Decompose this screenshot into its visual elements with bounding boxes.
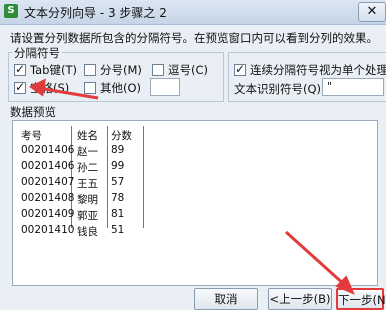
table-cell: 黎明: [77, 194, 98, 206]
table-cell: 81: [111, 208, 125, 220]
tab-label: Tab键(T): [30, 63, 77, 77]
space-label: 空格(S): [30, 81, 70, 95]
table-cell: 00201410: [21, 224, 75, 236]
back-button[interactable]: <上一步(B): [268, 288, 332, 310]
other-delimiter-input[interactable]: [150, 78, 180, 96]
table-cell: 00201407: [21, 176, 75, 188]
tab-checkbox[interactable]: [14, 62, 26, 76]
data-preview: 考号 姓名 分数 00201406 赵一 89 00201406 孙二 99 0…: [12, 120, 378, 286]
table-cell: 57: [111, 176, 125, 188]
comma-checkbox[interactable]: [152, 64, 164, 76]
instruction-text: 请设置分列数据所包含的分隔符号。在预览窗口内可以看到分列的效果。: [10, 31, 378, 45]
preview-title: 数据预览: [10, 105, 56, 119]
qualifier-select[interactable]: ": [322, 78, 384, 96]
consecutive-checkbox[interactable]: [234, 62, 246, 76]
column-divider: [107, 126, 108, 228]
table-cell: 00201406: [21, 160, 75, 172]
next-button[interactable]: 下一步(N): [336, 288, 386, 310]
table-cell: 孙二: [77, 162, 98, 174]
table-cell: 89: [111, 144, 125, 156]
table-cell: 钱良: [77, 226, 98, 238]
table-cell: 51: [111, 224, 125, 236]
table-cell: 王五: [77, 178, 98, 190]
table-cell: 00201408: [21, 192, 75, 204]
table-cell: 99: [111, 160, 125, 172]
app-icon: S: [4, 4, 18, 18]
window-title: 文本分列向导 - 3 步骤之 2: [24, 6, 167, 20]
cancel-button[interactable]: 取消: [194, 288, 258, 310]
semicolon-label: 分号(M): [100, 63, 142, 77]
column-divider: [143, 126, 144, 228]
consecutive-label: 连续分隔符号视为单个处理(R): [250, 63, 386, 77]
other-checkbox[interactable]: [84, 82, 96, 94]
table-cell: 00201406: [21, 144, 75, 156]
comma-label: 逗号(C): [168, 63, 209, 77]
semicolon-checkbox[interactable]: [84, 64, 96, 76]
header-cell: 分数: [111, 130, 132, 142]
header-cell: 姓名: [77, 130, 98, 142]
table-cell: 00201409: [21, 208, 75, 220]
table-cell: 78: [111, 192, 125, 204]
header-cell: 考号: [21, 130, 42, 142]
qualifier-label: 文本识别符号(Q):: [234, 82, 325, 96]
table-cell: 赵一: [77, 146, 98, 158]
other-label: 其他(O): [100, 81, 142, 95]
table-cell: 郭亚: [77, 210, 98, 222]
delimiter-group-title: 分隔符号: [12, 45, 62, 61]
space-checkbox[interactable]: [14, 80, 26, 94]
close-icon[interactable]: ✕: [358, 2, 386, 22]
